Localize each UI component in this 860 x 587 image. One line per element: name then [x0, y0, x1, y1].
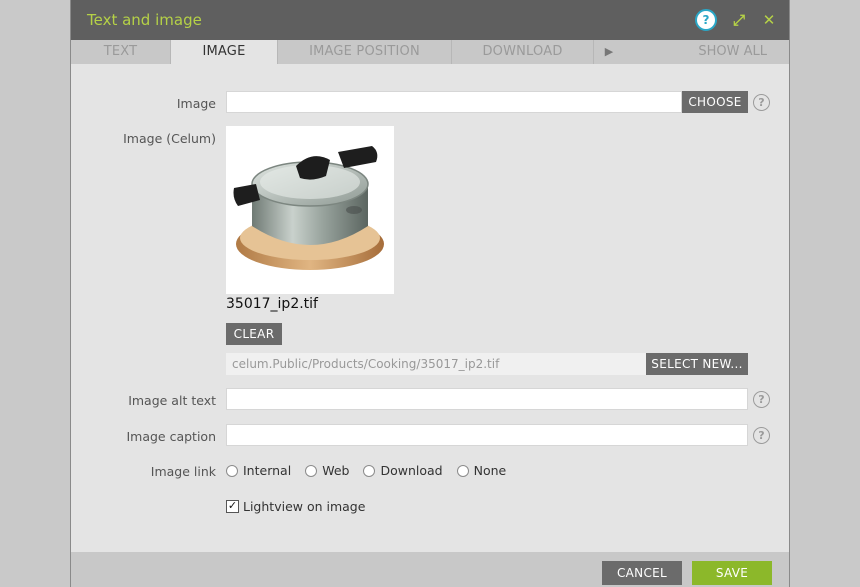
caption-help-icon[interactable]: ?: [753, 427, 770, 444]
dialog-footer: CANCEL SAVE: [71, 552, 789, 587]
image-input[interactable]: [226, 91, 682, 113]
expand-icon[interactable]: ⤢: [731, 11, 747, 29]
alt-text-label: Image alt text: [128, 393, 216, 408]
image-filename: 35017_ip2.tif: [226, 296, 318, 312]
link-option-label: None: [473, 463, 507, 478]
tab-bar: TEXT IMAGE IMAGE POSITION DOWNLOAD ▶ SHO…: [71, 40, 789, 64]
tab-scroll-right-icon[interactable]: ▶: [594, 40, 624, 64]
image-link-options: Internal Web Download None: [226, 463, 506, 478]
titlebar: Text and image ? ⤢ ✕: [71, 0, 789, 40]
clear-button[interactable]: CLEAR: [226, 323, 282, 345]
radio-internal[interactable]: [226, 464, 238, 477]
tab-text[interactable]: TEXT: [71, 40, 171, 64]
radio-download[interactable]: [363, 464, 376, 477]
cancel-button[interactable]: CANCEL: [602, 561, 682, 585]
lightview-checkbox[interactable]: ✓: [226, 500, 239, 513]
caption-label: Image caption: [126, 429, 216, 444]
image-celum-label: Image (Celum): [123, 131, 216, 146]
titlebar-icons: ? ⤢ ✕: [695, 9, 777, 31]
radio-web[interactable]: [305, 464, 318, 477]
tab-image[interactable]: IMAGE: [171, 40, 278, 64]
celum-path-field: celum.Public/Products/Cooking/35017_ip2.…: [226, 353, 646, 375]
dialog-title: Text and image: [87, 11, 202, 29]
tab-show-all[interactable]: SHOW ALL: [624, 40, 789, 64]
image-label: Image: [176, 96, 216, 111]
tab-image-position[interactable]: IMAGE POSITION: [278, 40, 452, 64]
select-new-button[interactable]: SELECT NEW...: [646, 353, 748, 375]
link-option-label: Download: [380, 463, 443, 478]
caption-input[interactable]: [226, 424, 748, 446]
image-link-label: Image link: [150, 464, 216, 479]
link-option-label: Internal: [243, 463, 292, 478]
help-icon[interactable]: ?: [695, 9, 717, 31]
link-option-internal[interactable]: Internal: [226, 463, 291, 478]
image-preview[interactable]: [226, 126, 394, 294]
link-option-download[interactable]: Download: [363, 463, 443, 478]
alt-text-input[interactable]: [226, 388, 748, 410]
radio-none[interactable]: [456, 464, 469, 477]
lightview-label: Lightview on image: [243, 499, 366, 514]
save-button[interactable]: SAVE: [692, 561, 772, 585]
close-icon[interactable]: ✕: [761, 11, 777, 29]
link-option-none[interactable]: None: [456, 463, 507, 478]
image-help-icon[interactable]: ?: [753, 94, 770, 111]
link-option-web[interactable]: Web: [305, 463, 349, 478]
tab-download[interactable]: DOWNLOAD: [452, 40, 594, 64]
link-option-label: Web: [322, 463, 350, 478]
cooking-pot-image: [233, 146, 384, 270]
dialog: Text and image ? ⤢ ✕ TEXT IMAGE IMAGE PO…: [71, 0, 789, 587]
choose-button[interactable]: CHOOSE: [682, 91, 748, 113]
lightview-row[interactable]: ✓ Lightview on image: [226, 499, 365, 514]
alt-text-help-icon[interactable]: ?: [753, 391, 770, 408]
